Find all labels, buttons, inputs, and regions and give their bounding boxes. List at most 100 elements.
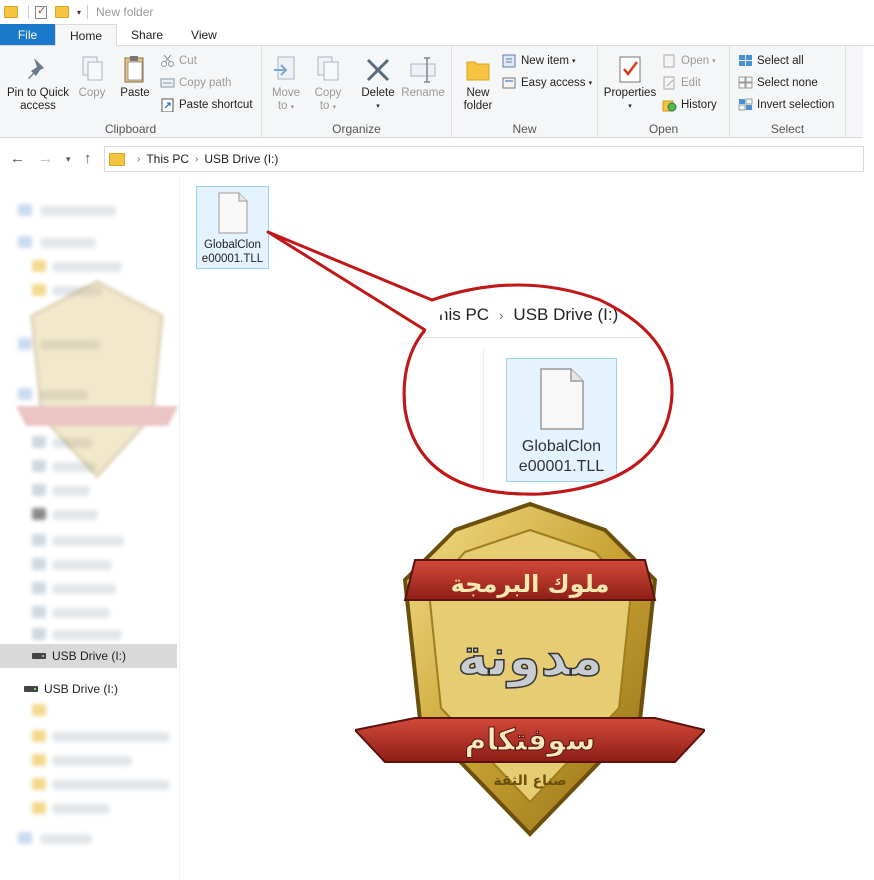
copy-icon xyxy=(78,54,106,84)
paste-icon xyxy=(121,54,149,84)
watermark-emblem xyxy=(16,279,178,479)
address-bar[interactable]: › This PC › USB Drive (I:) xyxy=(104,146,864,172)
blurred-icon xyxy=(32,582,46,594)
tab-home[interactable]: Home xyxy=(55,24,118,47)
blurred-nav-item[interactable] xyxy=(52,608,110,618)
select-group-label: Select xyxy=(770,122,805,136)
blurred-icon xyxy=(18,204,32,216)
organize-group-label: Organize xyxy=(332,122,381,136)
breadcrumb-separator-icon[interactable]: › xyxy=(137,154,140,165)
paste-button[interactable]: Paste xyxy=(116,50,154,100)
properties-quick-icon[interactable] xyxy=(35,4,47,19)
breadcrumb-usb-drive[interactable]: USB Drive (I:) xyxy=(204,152,278,166)
tab-share[interactable]: Share xyxy=(117,24,177,45)
emblem-top-banner-text: ملوك البرمجة xyxy=(451,570,610,598)
move-to-label-1: Move xyxy=(271,87,301,99)
customize-quick-access-icon[interactable]: ▾ xyxy=(77,8,81,17)
easy-access-button[interactable]: Easy access ▾ xyxy=(502,76,592,90)
blurred-nav-item[interactable] xyxy=(52,262,122,272)
up-arrow-icon[interactable]: ↑ xyxy=(84,150,92,167)
blurred-icon xyxy=(32,628,46,640)
back-arrow-icon[interactable]: ← xyxy=(10,150,25,167)
emblem-tagline-text: صناع الثقة xyxy=(493,773,566,789)
move-to-icon xyxy=(272,54,300,84)
emblem-middle-text: مدونة xyxy=(457,628,603,688)
blurred-icon xyxy=(32,802,46,814)
new-item-button[interactable]: New item ▾ xyxy=(502,54,575,68)
edit-button[interactable]: Edit xyxy=(662,76,701,90)
open-group: Properties ▾ Open ▾ Edit History Open xyxy=(598,46,730,138)
blurred-nav-item[interactable] xyxy=(52,510,98,520)
properties-icon xyxy=(616,54,644,84)
zoomed-breadcrumb: his PC › USB Drive (I:) xyxy=(439,305,618,325)
cut-label: Cut xyxy=(179,55,197,67)
file-name-line-1: GlobalClon xyxy=(204,239,261,251)
tab-view[interactable]: View xyxy=(177,24,231,45)
file-item[interactable]: GlobalClon e00001.TLL xyxy=(196,186,269,269)
blurred-nav-item[interactable] xyxy=(40,834,92,844)
blurred-nav-item[interactable] xyxy=(52,732,170,742)
open-button[interactable]: Open ▾ xyxy=(662,54,716,68)
emblem-ribbon-text: سوفتكام xyxy=(465,723,596,758)
divider xyxy=(87,5,89,19)
breadcrumb-this-pc[interactable]: This PC xyxy=(146,152,189,166)
copy-to-label-2-text: to xyxy=(319,100,330,112)
paste-shortcut-button[interactable]: Paste shortcut xyxy=(160,98,253,113)
recent-locations-chevron-icon[interactable]: ▾ xyxy=(66,154,71,165)
blurred-nav-item[interactable] xyxy=(52,536,124,546)
blurred-nav-item[interactable] xyxy=(52,756,132,766)
easy-access-label: Easy access xyxy=(521,77,586,89)
easy-access-icon xyxy=(502,76,517,90)
breadcrumb-separator-icon[interactable]: › xyxy=(195,154,198,165)
document-icon xyxy=(538,367,586,431)
new-folder-quick-icon[interactable] xyxy=(55,6,69,18)
blurred-nav-item[interactable] xyxy=(52,584,116,594)
forward-arrow-icon[interactable]: → xyxy=(38,150,53,167)
delete-button[interactable]: Delete ▾ xyxy=(358,50,398,113)
clipboard-group-label: Clipboard xyxy=(104,122,157,136)
blog-logo-emblem: ملوك البرمجة مدونة سوفتكام صناع الثقة xyxy=(355,501,705,837)
blurred-nav-item[interactable] xyxy=(52,780,170,790)
invert-selection-button[interactable]: Invert selection xyxy=(738,98,834,112)
tab-file[interactable]: File xyxy=(0,24,55,45)
rename-label: Rename xyxy=(401,87,445,99)
chevron-down-icon: ▾ xyxy=(712,58,716,65)
select-none-button[interactable]: Select none xyxy=(738,76,818,90)
document-icon xyxy=(217,192,249,234)
file-name-line-2: e00001.TLL xyxy=(201,253,264,265)
select-none-icon xyxy=(738,76,753,90)
history-button[interactable]: History xyxy=(662,98,717,112)
copy-path-button[interactable]: Copy path xyxy=(160,76,231,90)
blurred-nav-item[interactable] xyxy=(52,560,112,570)
select-group: Select all Select none Invert selection … xyxy=(730,46,846,138)
move-to-label-2-text: to xyxy=(277,100,288,112)
copy-button[interactable]: Copy xyxy=(74,50,110,100)
pin-label-1: Pin to Quick xyxy=(7,87,69,99)
pin-to-quick-access-button[interactable]: Pin to Quick access xyxy=(4,50,72,113)
blurred-nav-item[interactable] xyxy=(52,804,110,814)
cut-button[interactable]: Cut xyxy=(160,54,197,68)
new-folder-button[interactable]: New folder xyxy=(458,50,498,113)
divider xyxy=(405,337,673,338)
select-all-button[interactable]: Select all xyxy=(738,54,804,68)
properties-button[interactable]: Properties ▾ xyxy=(602,50,658,113)
blurred-nav-item[interactable] xyxy=(40,238,96,248)
open-group-label: Open xyxy=(648,122,679,136)
copy-to-button[interactable]: Copy to ▾ xyxy=(310,50,346,114)
usb-drive-icon xyxy=(24,686,38,692)
blurred-icon xyxy=(18,832,32,844)
blurred-nav-item[interactable] xyxy=(52,630,122,640)
move-to-button[interactable]: Move to ▾ xyxy=(268,50,304,114)
organize-group: Move to ▾ Copy to ▾ Delete ▾ Rename Orga… xyxy=(262,46,452,138)
nav-item-usb-drive-selected[interactable]: USB Drive (I:) xyxy=(0,644,177,668)
blurred-nav-item[interactable] xyxy=(40,206,116,216)
nav-item-usb-drive[interactable]: USB Drive (I:) xyxy=(0,678,177,700)
rename-button[interactable]: Rename xyxy=(400,50,446,100)
blurred-icon xyxy=(32,508,46,520)
clipboard-group: Pin to Quick access Copy Paste Cut Copy … xyxy=(0,46,262,138)
pin-icon xyxy=(24,54,52,84)
invert-selection-label: Invert selection xyxy=(757,99,835,111)
blurred-icon xyxy=(32,606,46,618)
zoomed-view: his PC › USB Drive (I:) GlobalClon e00001.… xyxy=(405,281,673,493)
blurred-nav-item[interactable] xyxy=(52,486,90,496)
